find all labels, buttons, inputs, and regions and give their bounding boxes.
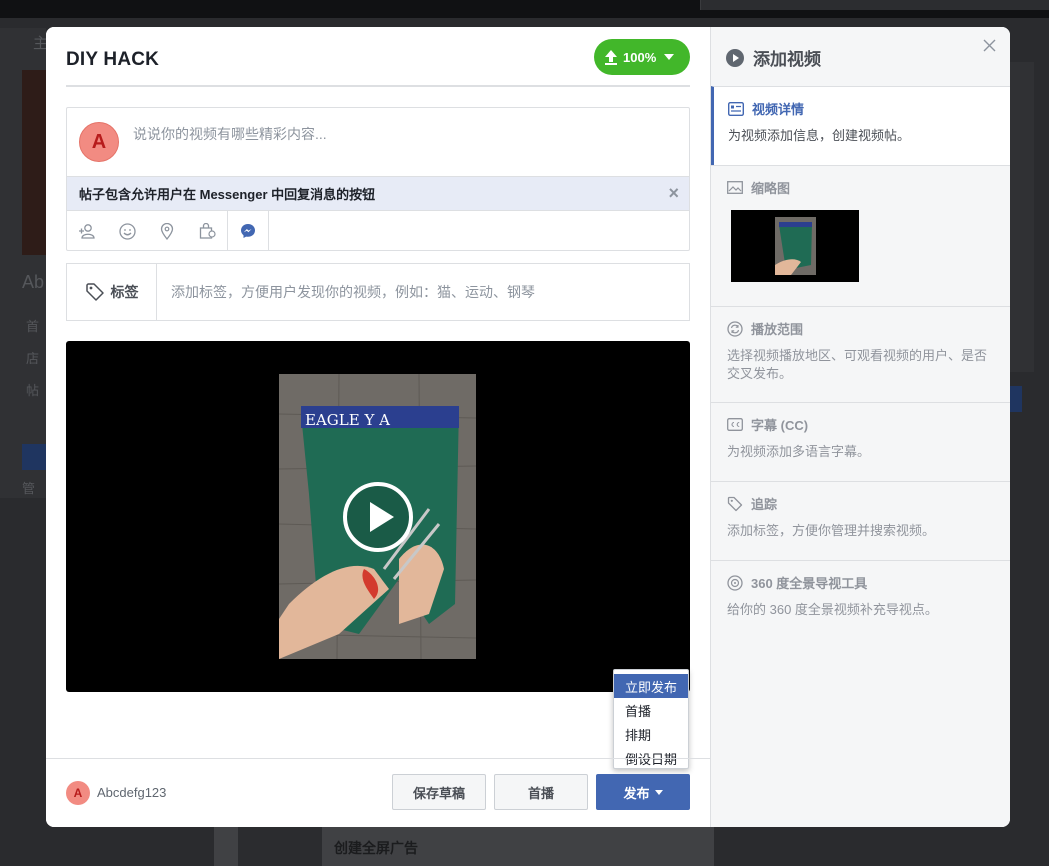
menu-item-premiere[interactable]: 首播 <box>614 698 688 722</box>
upload-icon <box>605 50 617 65</box>
section-description: 为视频添加多语言字幕。 <box>727 444 871 459</box>
title-divider <box>66 85 690 87</box>
background-text-fragment: 帖 <box>26 383 40 398</box>
video-details-icon <box>728 101 744 116</box>
tag-icon <box>85 283 104 301</box>
chevron-down-icon <box>664 54 675 60</box>
location-button[interactable] <box>147 211 187 251</box>
tags-field: 标签 添加标签，方便用户发现你的视频，例如：猫、运动、钢琴 <box>66 263 690 321</box>
background-text-fragment: 首 <box>26 319 40 334</box>
section-captions[interactable]: 字幕 (CC) 为视频添加多语言字幕。 <box>711 402 1010 481</box>
upload-progress-button[interactable]: 100% <box>594 39 690 75</box>
feeling-button[interactable] <box>107 211 147 251</box>
background-right-card <box>1010 62 1034 372</box>
section-description: 选择视频播放地区、可观看视频的用户、是否交叉发布。 <box>727 348 988 381</box>
captions-icon <box>727 418 743 431</box>
section-title: 追踪 <box>751 497 778 512</box>
play-circle-icon <box>726 48 744 67</box>
side-panel-title: 添加视频 <box>725 45 821 70</box>
composer-toolbar <box>67 210 689 251</box>
messenger-notice-text: 帖子包含允许用户在 Messenger 中回复消息的按钮 <box>79 187 376 202</box>
page-name: Abcdefg123 <box>97 785 167 800</box>
background-search-area <box>700 0 1049 10</box>
section-header: 360 度全景导视工具 <box>727 573 867 592</box>
tag-people-button[interactable] <box>67 211 107 251</box>
tags-input[interactable]: 添加标签，方便用户发现你的视频，例如：猫、运动、钢琴 <box>157 264 689 320</box>
emoji-icon <box>118 222 136 240</box>
publish-button[interactable]: 发布 <box>596 774 690 810</box>
background-bottom-card-text: 创建全屏广告 <box>334 840 418 856</box>
menu-item-schedule[interactable]: 排期 <box>614 722 688 746</box>
messenger-icon <box>241 224 255 238</box>
section-header: 视频详情 <box>728 99 804 118</box>
section-distribution[interactable]: 播放范围 选择视频播放地区、可观看视频的用户、是否交叉发布。 <box>711 306 1010 402</box>
video-preview[interactable]: EAGLE Y A <box>66 341 690 692</box>
background-text-fragment: 店 <box>26 351 40 366</box>
save-draft-button[interactable]: 保存草稿 <box>392 774 486 810</box>
360-guide-icon <box>727 574 743 591</box>
section-title: 360 度全景导视工具 <box>751 576 868 591</box>
section-title: 字幕 (CC) <box>751 418 809 433</box>
tags-label-text: 标签 <box>110 284 139 300</box>
tag-people-icon <box>79 224 95 239</box>
section-360-guide[interactable]: 360 度全景导视工具 给你的 360 度全景视频补充导视点。 <box>711 560 1010 640</box>
section-title: 播放范围 <box>751 322 804 337</box>
shopping-bag-icon <box>199 223 216 239</box>
section-description: 添加标签，方便你管理并搜索视频。 <box>727 523 936 538</box>
background-button <box>1010 386 1022 412</box>
upload-progress-text: 100% <box>623 49 657 65</box>
section-description: 为视频添加信息，创建视频帖。 <box>728 128 911 143</box>
background-text-fragment: Ab <box>22 272 45 292</box>
avatar: A <box>66 781 90 805</box>
post-editor-pane: DIY HACK 100% A 说说你的视频有哪些精彩内容... 帖子包含允许用… <box>46 27 710 827</box>
post-text-input[interactable]: 说说你的视频有哪些精彩内容... <box>133 124 327 144</box>
avatar: A <box>79 122 119 162</box>
background-cover-image <box>22 70 46 255</box>
post-composer: A 说说你的视频有哪些精彩内容... 帖子包含允许用户在 Messenger 中… <box>66 107 690 251</box>
chevron-down-icon <box>654 789 663 795</box>
messenger-button[interactable] <box>228 211 268 251</box>
menu-item-publish-now[interactable]: 立即发布 <box>614 674 688 698</box>
section-title: 视频详情 <box>752 102 805 117</box>
video-thumbnail[interactable] <box>731 210 859 282</box>
premiere-button[interactable]: 首播 <box>494 774 588 810</box>
section-tracking[interactable]: 追踪 添加标签，方便你管理并搜索视频。 <box>711 481 1010 560</box>
section-header: 字幕 (CC) <box>727 415 808 434</box>
video-title[interactable]: DIY HACK <box>66 49 159 71</box>
section-header: 追踪 <box>727 494 777 513</box>
footer-divider <box>46 758 710 759</box>
side-panel-title-text: 添加视频 <box>753 50 821 69</box>
section-description: 给你的 360 度全景视频补充导视点。 <box>727 602 938 617</box>
background-button <box>22 444 46 470</box>
section-header: 缩略图 <box>727 178 790 197</box>
toolbar-divider <box>268 211 269 251</box>
background-bottom-thumbnail <box>238 826 322 866</box>
sell-button[interactable] <box>187 211 227 251</box>
messenger-notice-bar: 帖子包含允许用户在 Messenger 中回复消息的按钮 × <box>67 176 689 210</box>
background-text-fragment: 管 <box>22 481 36 496</box>
add-video-dialog: DIY HACK 100% A 说说你的视频有哪些精彩内容... 帖子包含允许用… <box>46 27 1010 827</box>
section-header: 播放范围 <box>727 319 803 338</box>
tag-icon <box>727 496 743 511</box>
thumbnail-icon <box>727 181 743 194</box>
section-video-details[interactable]: 视频详情 为视频添加信息，创建视频帖。 <box>711 86 1010 165</box>
close-icon[interactable]: × <box>668 183 679 204</box>
location-pin-icon <box>160 222 174 240</box>
thumbnail-image <box>731 210 859 282</box>
distribution-icon <box>727 320 743 337</box>
section-title: 缩略图 <box>751 181 791 196</box>
play-icon[interactable] <box>342 481 414 553</box>
publish-button-label: 发布 <box>623 785 650 801</box>
publish-options-menu: 立即发布 首播 排期 倒设日期 <box>613 669 689 769</box>
close-icon <box>983 39 996 52</box>
close-button[interactable] <box>983 39 996 57</box>
add-video-side-panel: 添加视频 视频详情 为视频添加信息，创建视频帖。 缩略图 播放范围 选择视频播放… <box>710 27 1010 827</box>
section-thumbnail[interactable]: 缩略图 <box>711 165 1010 306</box>
tags-label: 标签 <box>67 264 157 320</box>
video-overlay-text: EAGLE Y A <box>305 411 390 429</box>
